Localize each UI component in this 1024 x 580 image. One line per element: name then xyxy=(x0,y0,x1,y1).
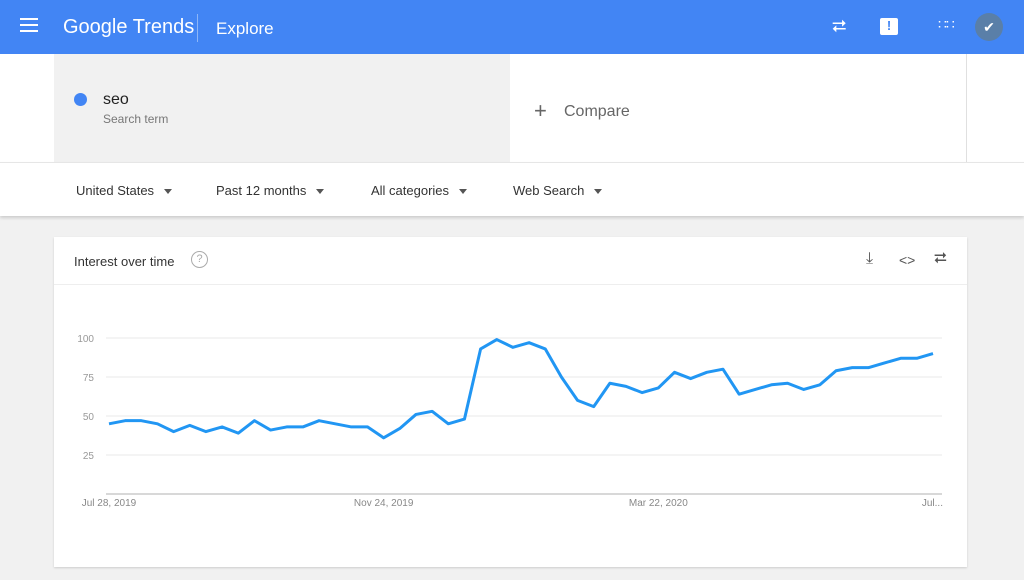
top-bar: Google Trends Explore ⮂ ! ∷∷ ✔ xyxy=(0,0,1024,54)
menu-icon[interactable] xyxy=(20,18,38,32)
search-term[interactable]: seo xyxy=(103,91,129,109)
y-tick-label: 75 xyxy=(83,373,95,384)
y-tick-label: 50 xyxy=(83,412,95,423)
app-logo[interactable]: Google Trends xyxy=(63,16,194,39)
interest-over-time-card: Interest over time ? ⤓ <> ⮂ 25 50 75 100 Jul… xyxy=(54,237,967,567)
share-icon[interactable]: ⮂ xyxy=(832,16,846,37)
x-tick-label: Jul... xyxy=(922,498,943,509)
divider xyxy=(197,14,198,42)
apps-icon[interactable]: ∷∷ xyxy=(938,16,955,33)
line-chart: 25 50 75 100 Jul 28, 2019 Nov 24, 2019 Mar 22,… xyxy=(77,334,943,509)
search-term-chip[interactable]: seo Search term xyxy=(54,54,510,162)
chevron-down-icon xyxy=(594,189,603,195)
search-row: seo Search term + Compare xyxy=(0,54,1024,162)
page-title: Explore xyxy=(216,19,274,38)
search-type-dropdown[interactable]: Web Search xyxy=(513,183,603,198)
series-line-seo xyxy=(108,338,934,440)
filter-bar: United States Past 12 months All categor… xyxy=(0,162,1024,216)
region-dropdown[interactable]: United States xyxy=(76,183,173,198)
search-type-value: Web Search xyxy=(513,183,585,198)
y-tick-label: 100 xyxy=(77,334,94,345)
time-dropdown[interactable]: Past 12 months xyxy=(216,183,325,198)
compare-button[interactable]: + Compare xyxy=(510,54,967,162)
compare-label: Compare xyxy=(564,103,630,120)
time-value: Past 12 months xyxy=(216,183,307,198)
term-color-dot xyxy=(74,93,87,106)
region-value: United States xyxy=(76,183,155,198)
account-avatar[interactable]: ✔ xyxy=(975,13,1003,41)
plus-icon: + xyxy=(534,98,547,123)
chevron-down-icon xyxy=(316,189,325,195)
search-term-type: Search term xyxy=(103,112,169,126)
x-tick-label: Jul 28, 2019 xyxy=(82,498,137,509)
category-dropdown[interactable]: All categories xyxy=(371,183,468,198)
category-value: All categories xyxy=(371,183,450,198)
feedback-icon[interactable]: ! xyxy=(880,18,898,35)
chevron-down-icon xyxy=(459,189,468,195)
x-tick-label: Mar 22, 2020 xyxy=(629,498,688,509)
x-tick-label: Nov 24, 2019 xyxy=(354,498,414,509)
y-tick-label: 25 xyxy=(83,451,95,462)
chevron-down-icon xyxy=(164,189,173,195)
